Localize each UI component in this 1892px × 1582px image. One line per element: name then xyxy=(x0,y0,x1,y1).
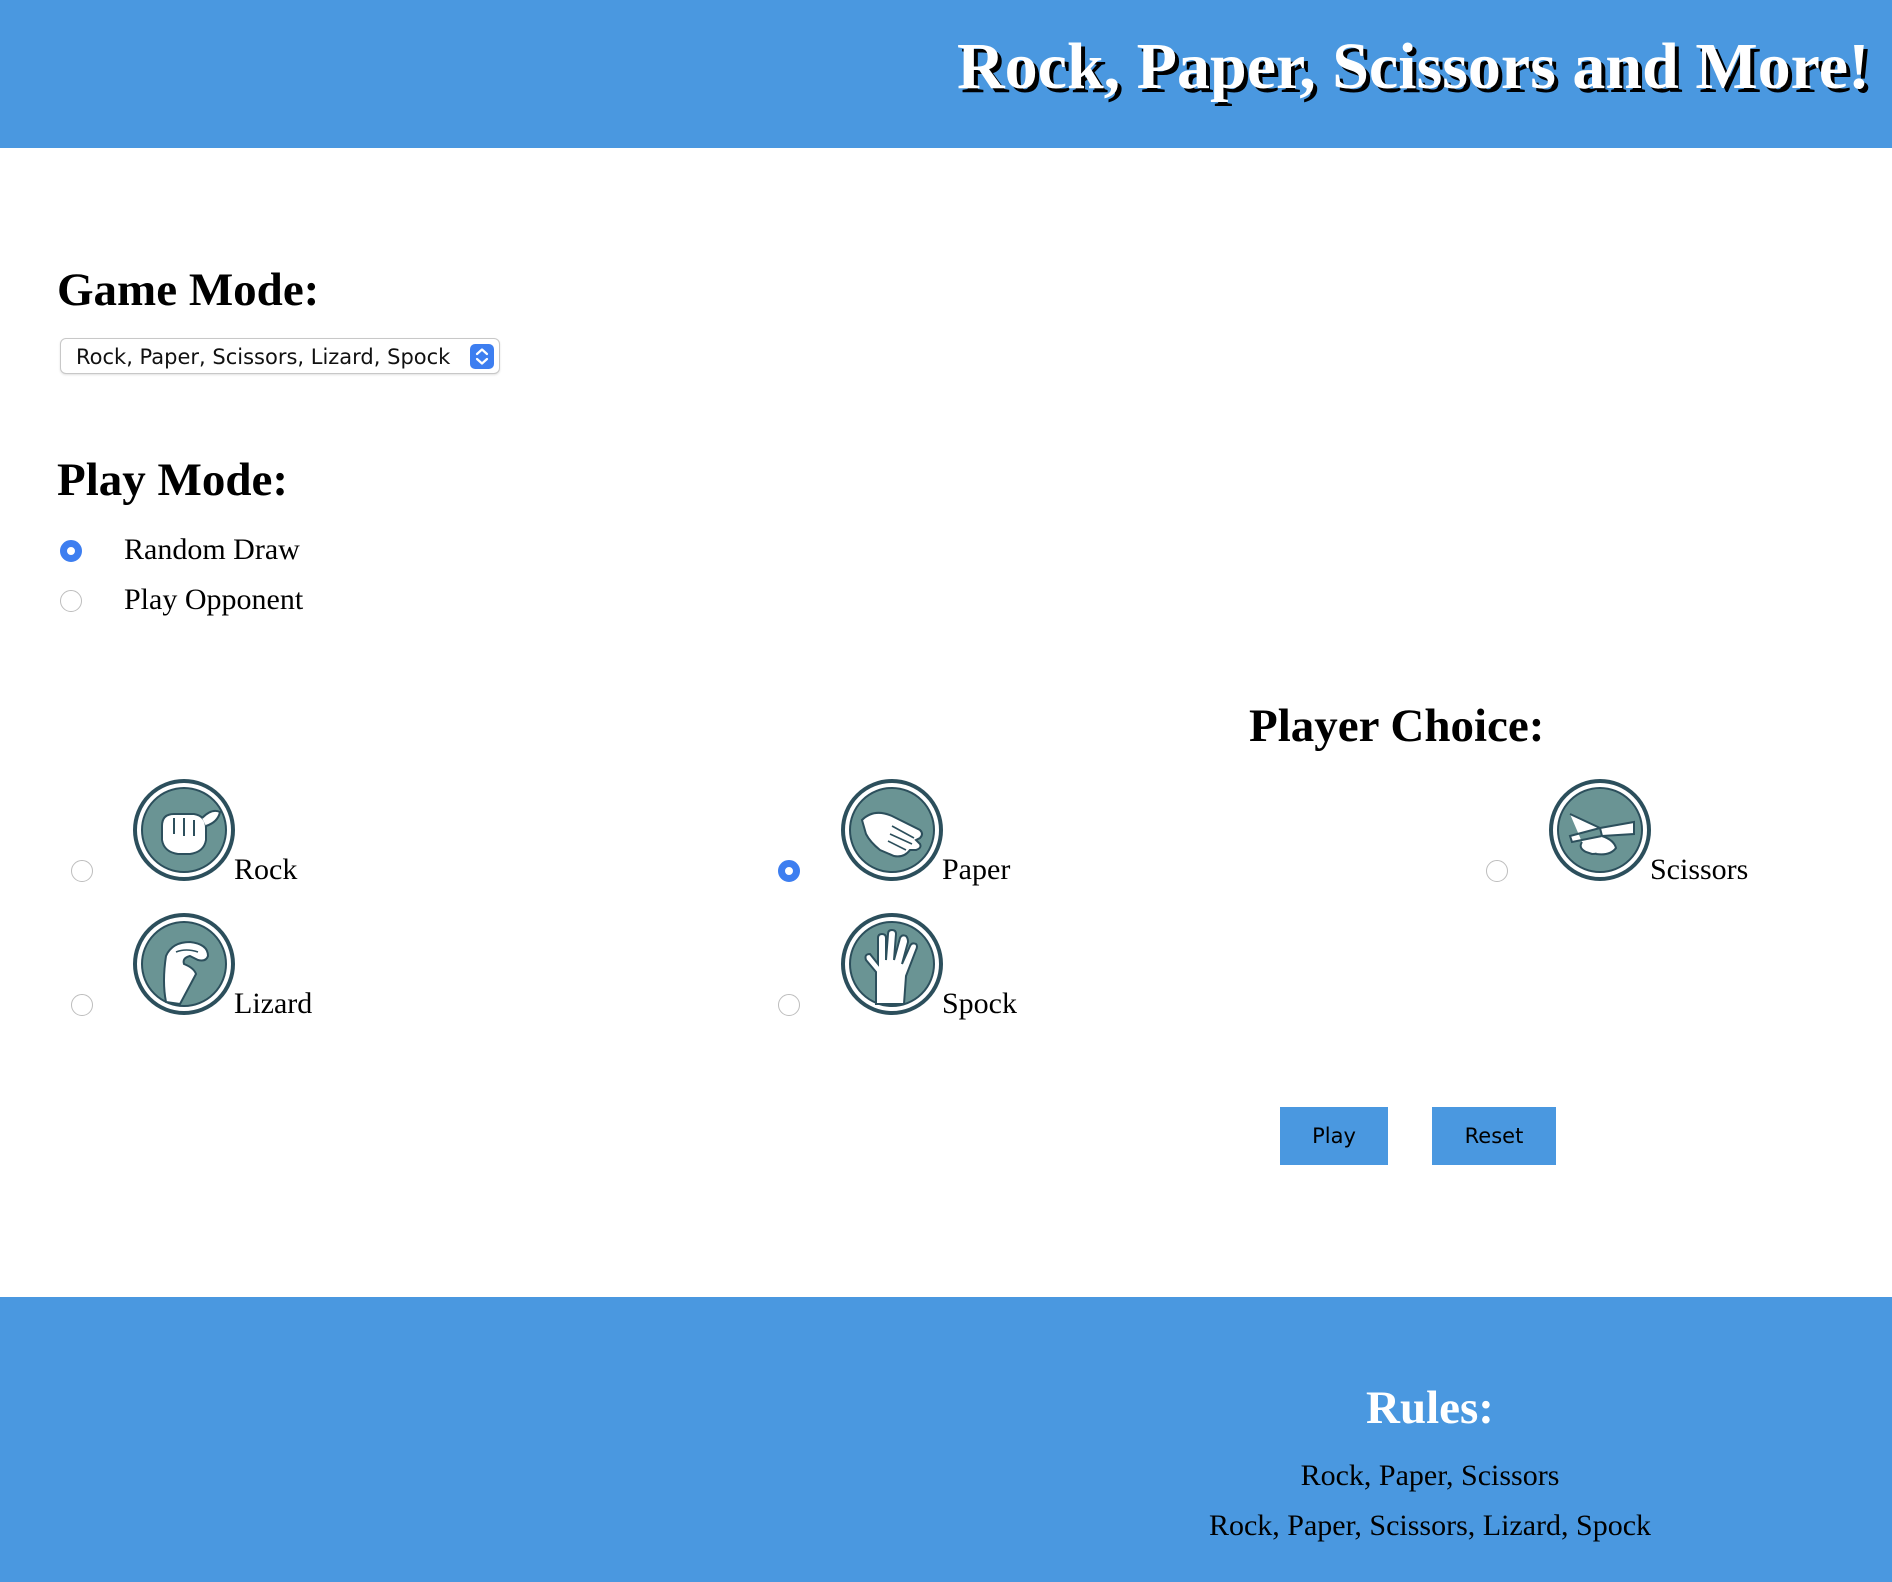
play-mode-radio-random-draw[interactable] xyxy=(60,540,82,562)
choice-radio-scissors[interactable] xyxy=(1486,860,1508,882)
player-choice-heading: Player Choice: xyxy=(1249,700,1545,752)
choice-radio-paper[interactable] xyxy=(778,860,800,882)
choice-label-rock: Rock xyxy=(234,853,298,886)
game-mode-heading: Game Mode: xyxy=(57,264,320,316)
game-mode-select[interactable]: Rock, Paper, Scissors, Lizard, Spock xyxy=(60,338,500,374)
rule-item: Rock, Paper, Scissors, Lizard, Spock xyxy=(1208,1509,1652,1542)
scissors-hand-icon xyxy=(1548,778,1652,882)
spock-hand-icon xyxy=(840,912,944,1016)
reset-button[interactable]: Reset xyxy=(1432,1107,1556,1165)
choice-label-scissors: Scissors xyxy=(1650,853,1749,886)
select-arrows-icon xyxy=(470,344,494,369)
choice-label-spock: Spock xyxy=(942,987,1017,1020)
choice-radio-rock[interactable] xyxy=(71,860,93,882)
play-button[interactable]: Play xyxy=(1280,1107,1388,1165)
header-bar: Rock, Paper, Scissors and More! xyxy=(0,0,1892,148)
play-mode-label-play-opponent: Play Opponent xyxy=(124,583,304,616)
choice-radio-spock[interactable] xyxy=(778,994,800,1016)
rock-hand-icon xyxy=(132,778,236,882)
lizard-hand-icon xyxy=(132,912,236,1016)
choice-radio-lizard[interactable] xyxy=(71,994,93,1016)
play-mode-radio-play-opponent[interactable] xyxy=(60,590,82,612)
choice-label-lizard: Lizard xyxy=(234,987,313,1020)
choice-label-paper: Paper xyxy=(942,853,1011,886)
play-mode-heading: Play Mode: xyxy=(57,454,289,506)
paper-hand-icon xyxy=(840,778,944,882)
rules-heading: Rules: xyxy=(1366,1382,1494,1434)
game-mode-selected-value: Rock, Paper, Scissors, Lizard, Spock xyxy=(76,345,451,369)
play-mode-label-random-draw: Random Draw xyxy=(124,533,300,566)
rule-item: Rock, Paper, Scissors xyxy=(1300,1459,1560,1492)
page-title: Rock, Paper, Scissors and More! xyxy=(957,30,1870,103)
